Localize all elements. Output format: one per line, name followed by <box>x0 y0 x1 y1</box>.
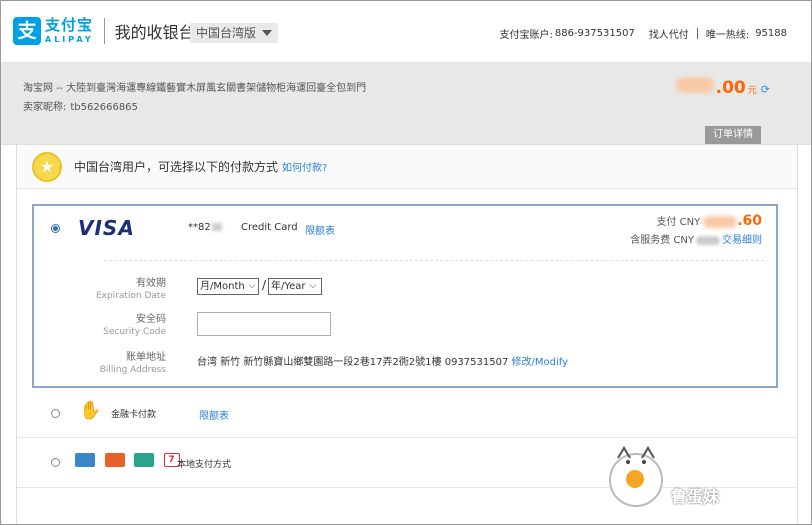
card-limit-link[interactable]: 限额表 <box>305 222 335 237</box>
pay-amount-value: .60 <box>737 213 762 229</box>
hotline-label: 唯一热线: <box>705 30 750 41</box>
chick-mascot-icon <box>609 446 663 507</box>
order-amount: .00 元 ⟳ <box>675 77 770 98</box>
expiry-separator: / <box>262 278 267 292</box>
notice-text: 中国台湾用户，可选择以下的付款方式 <box>74 160 279 174</box>
transaction-terms-link[interactable]: 交易细则 <box>722 235 762 246</box>
order-summary: 淘宝网 -- 大陸到臺灣海運專線鐵藝實木屏風玄關書架儲物柜海運回臺全包到門 卖家… <box>1 63 811 145</box>
region-notice: ★ 中国台湾用户，可选择以下的付款方式 如何付款? <box>17 145 797 189</box>
transfer-icon <box>104 453 125 467</box>
amount-value: .00 <box>715 78 746 98</box>
order-title: 淘宝网 -- 大陸到臺灣海運專線鐵藝實木屏風玄關書架儲物柜海運回臺全包到門 <box>23 83 367 94</box>
local-payment-radio[interactable] <box>51 458 60 467</box>
atm-icon <box>134 453 154 467</box>
pay-amount: 支付 CNY .60 含服务费 CNY 交易细则 <box>630 213 762 246</box>
header-links: 支付宝账户: 886-937531507 找人代付 唯一热线: 95188 <box>499 26 787 41</box>
expiry-month-select[interactable]: 月/Month ⌵ <box>197 278 259 295</box>
hotline-number: 95188 <box>755 28 787 39</box>
fee-label: 含服务费 CNY <box>630 235 694 246</box>
alipay-logo-icon: 支 <box>13 17 41 45</box>
bank-card-icon <box>75 453 95 467</box>
refresh-icon[interactable]: ⟳ <box>761 83 770 96</box>
hand-card-icon: ✋ <box>79 400 102 421</box>
expiry-year-select[interactable]: 年/Year ⌵ <box>268 278 322 295</box>
chevron-down-icon <box>262 30 273 36</box>
local-payment-icons: 7 <box>75 453 186 467</box>
fee-redacted <box>696 235 720 245</box>
card-radio[interactable] <box>51 224 60 233</box>
credit-card-option[interactable]: VISA **82 Credit Card 限额表 支付 CNY .60 含服务费… <box>32 204 778 388</box>
card-type: Credit Card <box>241 222 298 233</box>
pay-amount-redacted <box>703 216 738 228</box>
header-divider <box>696 28 698 39</box>
how-to-pay-link[interactable]: 如何付款? <box>282 159 327 174</box>
debit-card-option[interactable]: ✋ 金融卡付款 限额表 <box>17 388 797 438</box>
order-detail-tab[interactable]: 订单详情 <box>705 126 761 144</box>
amount-unit: 元 <box>747 86 757 96</box>
watermark-text: 鲁蛋妹 <box>671 487 720 506</box>
visa-logo: VISA <box>78 216 135 240</box>
logo-divider <box>103 18 105 44</box>
header: 支 支付宝 ALIPAY 我的收银台 中国台湾版 支付宝账户: 886-9375… <box>1 1 811 63</box>
modify-address-link[interactable]: 修改/Modify <box>512 357 569 368</box>
region-select[interactable]: 中国台湾版 <box>190 23 279 43</box>
alipay-logo[interactable]: 支 支付宝 ALIPAY 我的收银台 <box>13 17 195 45</box>
billing-address-label: 账单地址 Billing Address <box>99 352 166 375</box>
proxy-pay-link[interactable]: 找人代付 <box>649 26 689 41</box>
amount-redacted <box>675 77 714 93</box>
watermark: 鲁蛋妹 <box>604 438 724 510</box>
account-label: 支付宝账户: <box>499 30 553 41</box>
seller-id: tb562666865 <box>70 102 138 113</box>
account-number: 886-937531507 <box>554 28 635 39</box>
logo-en: ALIPAY <box>45 35 94 44</box>
region-label: 中国台湾版 <box>196 26 257 40</box>
card-number-redacted <box>211 223 222 231</box>
logo-cn: 支付宝 <box>45 16 94 34</box>
page-title: 我的收银台 <box>114 23 195 42</box>
chevron-down-icon: ⌵ <box>248 281 256 291</box>
expiry-label: 有效期 Expiration Date <box>95 278 166 301</box>
card-number: **82 <box>188 222 222 233</box>
chevron-down-icon: ⌵ <box>309 281 317 291</box>
star-badge-icon: ★ <box>32 151 62 182</box>
cashier-page: 支 支付宝 ALIPAY 我的收银台 中国台湾版 支付宝账户: 886-9375… <box>0 0 812 525</box>
billing-address: 台湾 新竹 新竹縣寶山鄉雙園路一段2巷17弄2衖2號1樓 0937531507 … <box>197 353 568 368</box>
billing-address-text: 台湾 新竹 新竹縣寶山鄉雙園路一段2巷17弄2衖2號1樓 0937531507 <box>197 357 509 368</box>
pay-label: 支付 CNY <box>656 217 701 228</box>
security-code-input[interactable] <box>197 312 331 336</box>
seller-label: 卖家昵称: <box>23 102 67 113</box>
security-code-label: 安全码 Security Code <box>103 314 166 337</box>
debit-card-radio[interactable] <box>51 409 60 418</box>
local-payment-label: 本地支付方式 <box>177 460 232 470</box>
seller-info: 卖家昵称: tb562666865 <box>23 98 138 113</box>
divider <box>104 260 764 261</box>
debit-limit-link[interactable]: 限额表 <box>199 407 229 422</box>
debit-card-label: 金融卡付款 <box>111 410 157 420</box>
